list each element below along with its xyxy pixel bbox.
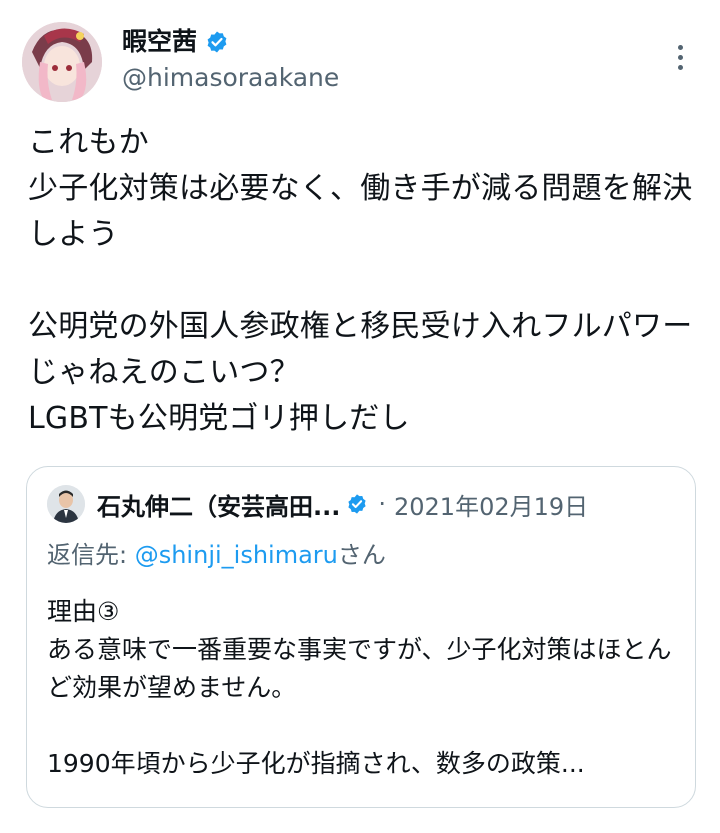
author-handle[interactable]: @himasoraakane [122, 62, 339, 94]
quoted-tweet-text: 理由③ ある意味で一番重要な事実ですが、少子化対策はほとんど効果が望めません。 … [47, 597, 672, 778]
quoted-tweet-card[interactable]: 石丸伸二（安芸高田... · 2021年02月19日 返信先: @shinji_… [26, 466, 696, 808]
more-options-icon[interactable] [668, 40, 692, 72]
quoted-separator: · [378, 490, 386, 518]
quoted-header: 石丸伸二（安芸高田... · 2021年02月19日 [97, 485, 588, 523]
verified-badge-icon [207, 31, 227, 53]
reply-prefix: 返信先: [47, 541, 135, 569]
reply-suffix: さん [337, 541, 386, 569]
author-display-name[interactable]: 暇空茜 [122, 26, 197, 58]
quoted-date: 2021年02月19日 [394, 492, 589, 521]
quoted-verified-badge-icon [348, 494, 366, 514]
quoted-reply-to: 返信先: @shinji_ishimaruさん [47, 535, 386, 570]
author-name-row[interactable]: 暇空茜 [122, 26, 229, 58]
tweet-text: これもか 少子化対策は必要なく、働き手が減る問題を解決しよう 公明党の外国人参政… [28, 125, 693, 436]
quoted-author-avatar [47, 485, 85, 523]
quoted-display-name: 石丸伸二（安芸高田... [97, 492, 341, 521]
reply-mention-link[interactable]: @shinji_ishimaru [135, 541, 338, 569]
author-avatar[interactable] [22, 22, 102, 102]
